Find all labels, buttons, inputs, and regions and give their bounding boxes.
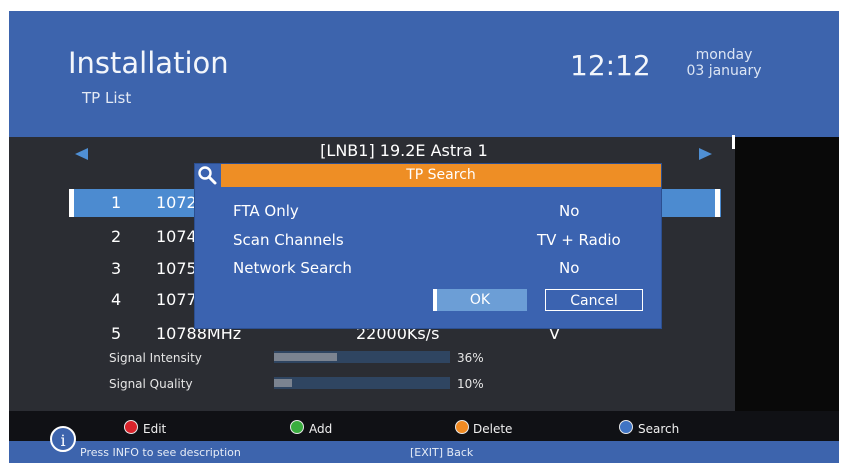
date-text: 03 january — [686, 63, 762, 79]
tp-number: 2 — [111, 227, 122, 246]
page-subtitle: TP List — [82, 89, 132, 107]
selection-edge-right — [715, 189, 720, 217]
dialog-header: TP Search — [221, 164, 661, 187]
signal-intensity-bar — [274, 351, 450, 363]
delete-key-label: Delete — [473, 422, 513, 436]
fta-only-value[interactable]: No — [559, 202, 579, 220]
header: Installation TP List 12:12 monday 03 jan… — [9, 11, 839, 137]
signal-quality-value: 10% — [457, 377, 484, 391]
signal-quality-bar — [274, 377, 450, 389]
exit-hint: [EXIT] Back — [410, 446, 474, 459]
color-key-bar: Edit Add Delete Search — [9, 411, 839, 441]
network-search-label: Network Search — [233, 259, 352, 277]
dialog-title: TP Search — [406, 167, 476, 183]
satellite-name: [LNB1] 19.2E Astra 1 — [320, 141, 488, 160]
scan-channels-label: Scan Channels — [233, 231, 344, 249]
green-key-icon[interactable] — [290, 420, 304, 434]
info-hint: Press INFO to see description — [80, 446, 241, 459]
red-key-icon[interactable] — [124, 420, 138, 434]
arrow-left-icon[interactable] — [75, 148, 88, 160]
selection-edge-left — [69, 189, 74, 217]
search-icon — [195, 164, 221, 187]
signal-quality-fill — [274, 379, 292, 387]
signal-quality-label: Signal Quality — [109, 377, 193, 391]
tv-screen: Installation TP List 12:12 monday 03 jan… — [9, 11, 839, 463]
ok-button[interactable]: OK — [433, 289, 527, 311]
blue-key-icon[interactable] — [619, 420, 633, 434]
tp-number: 5 — [111, 324, 122, 343]
info-bar: Press INFO to see description [EXIT] Bac… — [9, 441, 839, 463]
day-name: monday — [695, 47, 753, 63]
signal-intensity-fill — [274, 353, 338, 361]
tp-search-dialog: TP Search FTA Only No Scan Channels TV +… — [195, 164, 661, 328]
network-search-value[interactable]: No — [559, 259, 579, 277]
tp-frequency: 1075 — [156, 259, 197, 278]
edit-key-label: Edit — [143, 422, 167, 436]
tp-frequency: 1077 — [156, 290, 197, 309]
scan-channels-value[interactable]: TV + Radio — [537, 231, 621, 249]
tp-number: 4 — [111, 290, 122, 309]
signal-intensity-value: 36% — [457, 351, 484, 365]
date-display: monday 03 january — [659, 47, 789, 79]
arrow-right-icon[interactable] — [699, 148, 712, 160]
add-key-label: Add — [309, 422, 333, 436]
cancel-button[interactable]: Cancel — [545, 289, 643, 311]
search-key-label: Search — [638, 422, 680, 436]
orange-key-icon[interactable] — [455, 420, 469, 434]
page-title: Installation — [68, 46, 229, 80]
side-panel — [735, 137, 839, 411]
tp-frequency: 1072 — [156, 193, 197, 212]
clock: 12:12 — [570, 49, 651, 82]
tp-frequency: 1074 — [156, 227, 197, 246]
signal-intensity-label: Signal Intensity — [109, 351, 202, 365]
fta-only-label: FTA Only — [233, 202, 299, 220]
tp-number: 1 — [111, 193, 122, 212]
info-icon[interactable]: i — [50, 426, 76, 452]
tp-number: 3 — [111, 259, 122, 278]
